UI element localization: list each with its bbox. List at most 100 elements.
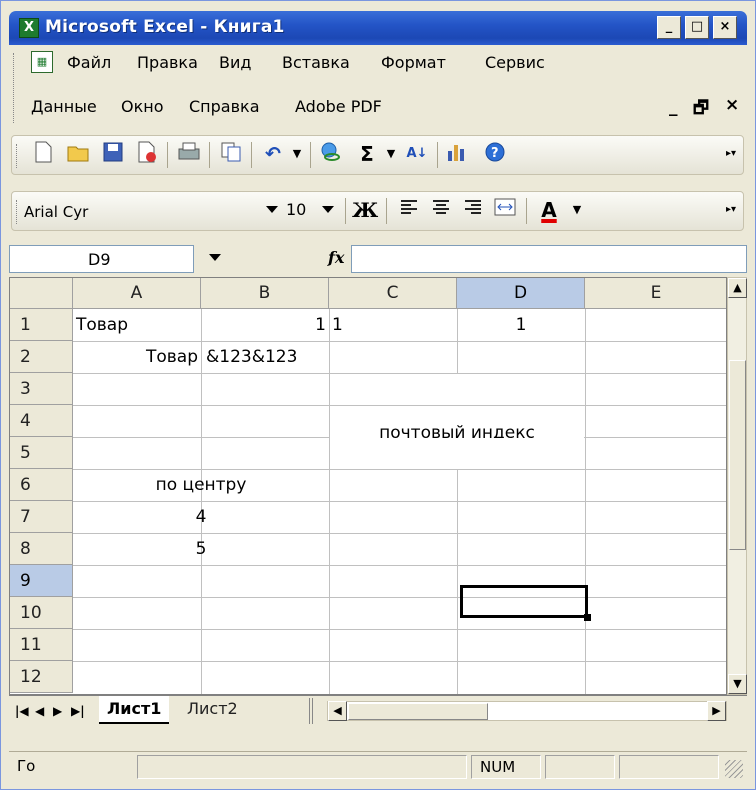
cell-a8[interactable]: 5 [74,534,328,565]
hyperlink-icon[interactable] [318,141,344,167]
formula-input[interactable] [351,245,747,273]
doc-restore-button[interactable]: 🗗 [693,95,709,124]
autosum-dropdown-icon[interactable]: ▼ [378,141,404,167]
fill-handle[interactable] [584,614,591,621]
doc-minimize-button[interactable]: _ [669,97,678,117]
scroll-down-icon[interactable]: ▼ [728,674,747,694]
toolbar-options-icon[interactable]: ▸▾ [724,197,738,223]
row-header-1[interactable]: 1 [10,309,73,341]
row-header-7[interactable]: 7 [10,501,73,533]
help-icon[interactable]: ? [482,141,508,167]
new-icon[interactable] [30,141,56,167]
doc-close-button[interactable]: × [725,95,739,115]
font-dropdown-icon[interactable] [266,206,278,213]
toolbar-grip[interactable] [16,200,20,224]
font-name-box[interactable]: Arial Cyr [24,200,256,224]
horizontal-scrollbar[interactable]: ◀ ▶ [327,701,727,721]
save-icon[interactable] [100,141,126,167]
last-sheet-icon[interactable]: ▶| [71,704,85,718]
toolbar-grip[interactable] [16,144,20,168]
menu-tools[interactable]: Сервис [485,53,545,72]
close-button[interactable]: × [713,16,737,39]
row-header-10[interactable]: 10 [10,597,73,629]
menu-view[interactable]: Вид [219,53,251,72]
scroll-right-icon[interactable]: ▶ [707,701,726,721]
scroll-up-icon[interactable]: ▲ [728,278,747,298]
cell-b2[interactable]: &123&123 [202,342,328,373]
undo-icon[interactable]: ↶ [260,141,286,167]
name-box-dropdown-icon[interactable] [209,254,221,261]
row-header-12[interactable]: 12 [10,661,73,693]
title-bar[interactable]: X Microsoft Excel - Книга1 _ □ × [9,11,747,45]
toolbar-grip[interactable] [13,53,17,123]
undo-dropdown-icon[interactable]: ▼ [284,141,310,167]
maximize-button[interactable]: □ [685,16,709,39]
chart-icon[interactable] [444,141,470,167]
row-header-6[interactable]: 6 [10,469,73,501]
excel-icon[interactable]: X [19,18,39,38]
sheet-tab-2[interactable]: Лист2 [179,696,246,724]
font-size-box[interactable]: 10 [286,200,306,219]
menu-help[interactable]: Справка [189,97,260,116]
row-header-4[interactable]: 4 [10,405,73,437]
align-left-icon[interactable] [396,197,422,223]
row-header-3[interactable]: 3 [10,373,73,405]
gridline [73,597,726,598]
horizontal-scroll-thumb[interactable] [348,703,488,720]
worksheet-grid[interactable]: A B C D E 1 2 3 4 5 6 7 8 9 10 11 12 Тов… [9,277,727,695]
permission-icon[interactable] [134,141,160,167]
sheet-tab-1[interactable]: Лист1 [99,696,170,724]
cell-a6[interactable]: по центру [74,470,328,501]
vertical-scroll-thumb[interactable] [729,360,746,550]
size-dropdown-icon[interactable] [322,206,334,213]
cell-c1[interactable]: 1 [332,310,452,341]
minimize-button[interactable]: _ [657,16,681,39]
cell-a2[interactable]: Товар [74,342,198,373]
column-header-d[interactable]: D [457,278,585,309]
tab-split-handle[interactable] [309,698,313,724]
row-header-5[interactable]: 5 [10,437,73,469]
menu-window[interactable]: Окно [121,97,164,116]
prev-sheet-icon[interactable]: ◀ [35,704,44,718]
row-header-9[interactable]: 9 [10,565,73,597]
autosum-icon[interactable]: Σ [354,141,380,167]
column-header-b[interactable]: B [201,278,329,309]
select-all-button[interactable] [10,278,73,309]
document-icon[interactable]: ▦ [31,51,53,73]
cell-a7[interactable]: 4 [74,502,328,533]
menu-file[interactable]: Файл [67,53,111,72]
sort-icon[interactable]: A↓ [404,141,430,167]
copy-icon[interactable] [218,141,244,167]
row-header-8[interactable]: 8 [10,533,73,565]
vertical-scrollbar[interactable]: ▲ ▼ [727,277,747,695]
bold-button[interactable]: Ж [352,197,378,223]
active-cell-d9[interactable] [460,585,588,618]
print-icon[interactable] [176,141,202,167]
menu-insert[interactable]: Вставка [282,53,350,72]
toolbar-options-icon[interactable]: ▸▾ [724,141,738,167]
column-header-e[interactable]: E [585,278,726,309]
font-color-icon[interactable]: A [536,197,562,223]
cell-d1[interactable]: 1 [458,310,584,341]
align-right-icon[interactable] [460,197,486,223]
menu-edit[interactable]: Правка [137,53,198,72]
column-header-a[interactable]: A [73,278,201,309]
scroll-left-icon[interactable]: ◀ [328,701,347,721]
first-sheet-icon[interactable]: |◀ [15,704,29,718]
cell-b1[interactable]: 1 [202,310,326,341]
menu-data[interactable]: Данные [31,97,97,116]
next-sheet-icon[interactable]: ▶ [53,704,62,718]
name-box[interactable]: D9 [9,245,194,273]
menu-adobe-pdf[interactable]: Adobe PDF [295,97,382,116]
menu-format[interactable]: Формат [381,53,446,72]
align-center-icon[interactable] [428,197,454,223]
column-header-c[interactable]: C [329,278,457,309]
row-header-11[interactable]: 11 [10,629,73,661]
row-header-2[interactable]: 2 [10,341,73,373]
font-color-dropdown-icon[interactable]: ▼ [564,197,590,223]
open-icon[interactable] [66,141,92,167]
merge-center-icon[interactable] [492,197,518,223]
insert-function-icon[interactable]: fx [328,248,344,267]
cell-a1[interactable]: Товар [76,310,196,341]
resize-grip-icon[interactable] [725,760,743,778]
